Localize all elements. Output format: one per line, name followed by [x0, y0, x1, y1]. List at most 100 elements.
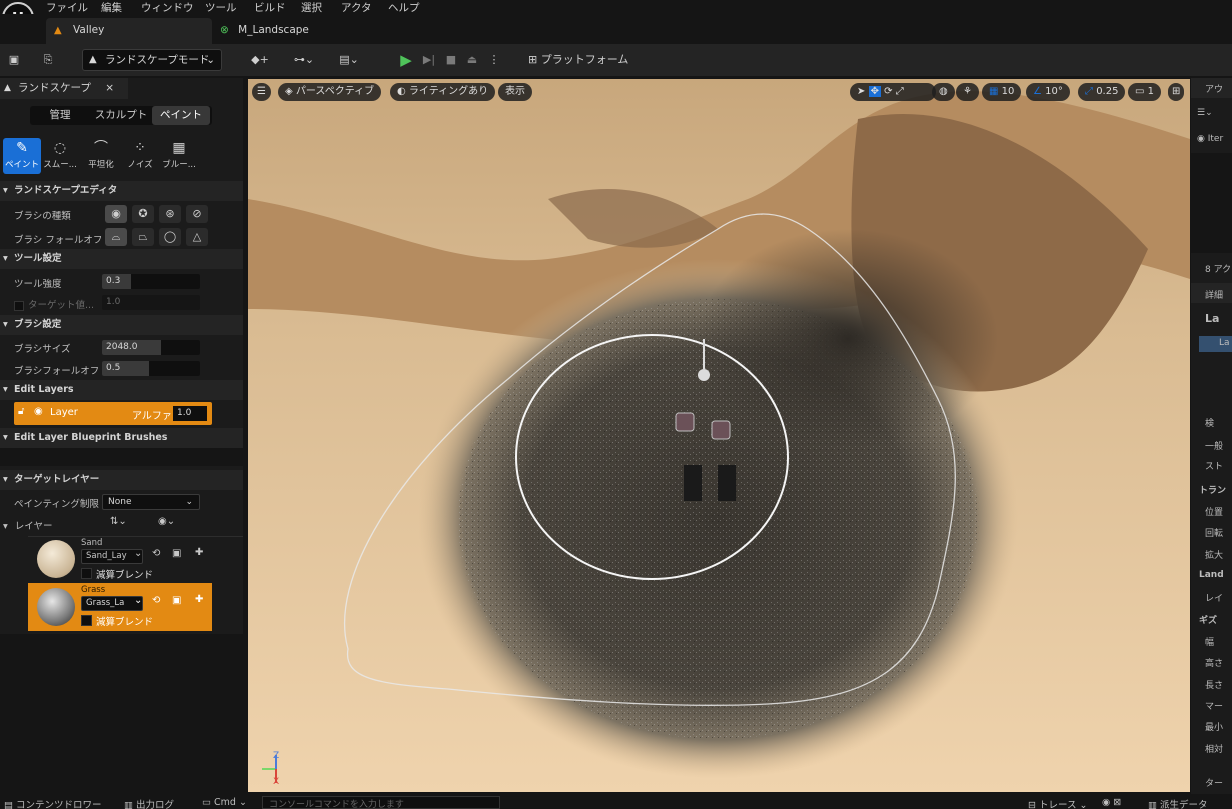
falloff-tip-icon[interactable]: △ — [186, 228, 208, 246]
cinematics-icon[interactable]: ▤⌄ — [334, 50, 364, 70]
tool-smooth[interactable]: ◌ スムー... — [41, 138, 79, 174]
mode-dropdown[interactable]: ▲ ランドスケープモード ⌄ — [82, 49, 222, 71]
tool-label: スムー... — [43, 160, 77, 170]
close-icon[interactable]: × — [105, 78, 114, 99]
world-local-icon[interactable]: ◍ — [932, 83, 955, 101]
rotate-icon[interactable]: ⟳ — [884, 86, 892, 97]
output-log-button[interactable]: ▥ 出力ログ — [124, 797, 174, 809]
layer-item-grass[interactable]: Grass Grass_La ⌄ ⟲ ▣ ✚ 減算ブレンド — [28, 583, 212, 631]
outliner-item[interactable]: ◉ Iter — [1197, 134, 1223, 144]
section-edit-layers[interactable]: Edit Layers — [0, 380, 243, 400]
show-button[interactable]: 表示 — [498, 83, 532, 101]
grid-snap-button[interactable]: ▦ 10 — [982, 83, 1022, 101]
details-filter-general[interactable]: 一般 — [1205, 439, 1223, 452]
menu-file[interactable]: ファイル — [46, 0, 88, 15]
add-actor-icon[interactable]: ◆+ — [246, 50, 274, 70]
mode-manage[interactable]: 管理 — [30, 106, 90, 125]
menu-tools[interactable]: ツール — [205, 0, 237, 15]
lighting-button[interactable]: ◐ ライティングあり — [390, 83, 496, 101]
tool-blueprint[interactable]: ▦ ブルー... — [160, 138, 198, 174]
unlock-icon[interactable]: 🔓︎ — [18, 406, 24, 417]
filter-icon[interactable]: ☰⌄ — [1197, 108, 1213, 118]
mode-paint[interactable]: ペイント — [152, 106, 210, 125]
target-value-checkbox[interactable] — [14, 300, 24, 311]
broadcast-icon[interactable]: ◉ ⊠ — [1102, 797, 1121, 808]
falloff-smooth-icon[interactable]: ⌓ — [105, 228, 127, 246]
more-options-icon[interactable]: ⋮ — [488, 50, 500, 70]
menu-select[interactable]: 選択 — [301, 0, 322, 15]
perspective-button[interactable]: ◈ パースペクティブ — [278, 83, 382, 101]
paint-restriction-dropdown[interactable]: None ⌄ — [102, 494, 200, 510]
menu-actor[interactable]: アクタ — [341, 0, 372, 15]
details-search[interactable]: 検 — [1205, 416, 1214, 429]
trace-button[interactable]: ⊟ トレース ⌄ — [1028, 797, 1088, 809]
browse-folder-icon[interactable]: ▣ — [172, 595, 181, 606]
browse-folder-icon[interactable]: ▣ — [172, 548, 181, 559]
derived-data-button[interactable]: ▥ 派生データ — [1148, 797, 1208, 809]
tool-paint[interactable]: ✎ ペイント — [3, 138, 41, 174]
menu-build[interactable]: ビルド — [254, 0, 286, 15]
console-input[interactable]: コンソールコマンドを入力します — [262, 796, 500, 809]
layer-item-sand[interactable]: Sand Sand_Lay ⌄ ⟲ ▣ ✚ 減算ブレンド — [28, 536, 243, 583]
add-layer-icon[interactable]: ✚ — [195, 547, 203, 558]
scale-snap-button[interactable]: ⤢ 0.25 — [1078, 83, 1126, 101]
mode-sculpt[interactable]: スカルプト — [90, 106, 152, 125]
tool-flatten[interactable]: ⌒ 平坦化 — [82, 138, 120, 174]
reset-icon[interactable]: ⟲ — [152, 548, 160, 559]
section-transform[interactable]: トラン — [1199, 483, 1226, 496]
scale-icon[interactable]: ⤢ — [896, 86, 904, 97]
tab-m-landscape[interactable]: ⊗ M_Landscape — [220, 18, 350, 44]
surface-snap-icon[interactable]: ⚘ — [956, 83, 979, 101]
section-tool-settings[interactable]: ツール設定 — [0, 249, 243, 269]
blueprint-icon[interactable]: ⊶⌄ — [290, 50, 318, 70]
section-gizmo[interactable]: ギズ — [1199, 613, 1217, 626]
visibility-icon[interactable]: ◉⌄ — [158, 516, 175, 527]
tool-label: ノイズ — [127, 160, 153, 170]
section-landscape[interactable]: Land — [1199, 570, 1224, 580]
tool-noise[interactable]: ⁘ ノイズ — [121, 138, 159, 174]
move-icon[interactable]: ✥ — [868, 86, 881, 97]
falloff-spherical-icon[interactable]: ◯ — [159, 228, 181, 246]
section-edit-layer-bp[interactable]: Edit Layer Blueprint Brushes — [0, 428, 243, 448]
section-landscape-editor[interactable]: ランドスケープエディタ — [0, 181, 243, 201]
section-target-layers[interactable]: ターゲットレイヤー — [0, 470, 243, 490]
reset-icon[interactable]: ⟲ — [152, 595, 160, 606]
maximize-icon[interactable]: ⊞ — [1168, 83, 1185, 101]
blend-checkbox[interactable] — [81, 568, 92, 579]
falloff-linear-icon[interactable]: ⏢ — [132, 228, 154, 246]
brush-circle-icon[interactable]: ◉ — [105, 205, 127, 223]
add-layer-icon[interactable]: ✚ — [195, 594, 203, 605]
edit-layer-row[interactable]: 🔓︎ ◉ Layer アルファ 1.0 — [14, 402, 212, 425]
brush-pattern-icon[interactable]: ⊛ — [159, 205, 181, 223]
panel-tab-landscape[interactable]: ▲ ランドスケープ × — [0, 78, 128, 99]
brush-component-icon[interactable]: ⊘ — [186, 205, 208, 223]
content-browse-icon[interactable]: ⎘ — [38, 50, 58, 70]
sort-icon[interactable]: ⇅⌄ — [110, 516, 127, 527]
tab-valley[interactable]: ▲ Valley — [46, 18, 212, 44]
section-brush-settings[interactable]: ブラシ設定 — [0, 315, 243, 335]
select-icon[interactable]: ➤ — [857, 86, 865, 97]
rotation-snap-button[interactable]: ∠ 10° — [1026, 83, 1070, 101]
blend-checkbox[interactable] — [81, 615, 92, 626]
step-icon[interactable]: ▶| — [420, 50, 438, 70]
platform-dropdown[interactable]: ⊞ プラットフォーム⌄ — [528, 50, 632, 86]
menu-window[interactable]: ウィンドウ — [141, 0, 194, 15]
brush-falloff-field[interactable]: 0.5 — [102, 361, 200, 376]
content-drawer-button[interactable]: ▤ コンテンツドロワー — [4, 797, 102, 809]
camera-speed-button[interactable]: ▭ 1 — [1128, 83, 1162, 101]
viewport-menu-icon[interactable]: ☰ — [252, 83, 271, 101]
brush-size-field[interactable]: 2048.0 — [102, 340, 200, 355]
level-viewport[interactable]: ☰ ◈ パースペクティブ ◐ ライティングあり 表示 ➤ ✥ ⟳ ⤢ ◍ ⚘ ▦… — [248, 79, 1190, 792]
alpha-field[interactable]: 1.0 — [173, 406, 207, 421]
cmd-button[interactable]: ▭ Cmd ⌄ — [202, 797, 247, 808]
save-icon[interactable]: ▣ — [6, 50, 22, 70]
play-icon[interactable]: ▶ — [396, 50, 416, 70]
eject-icon[interactable]: ⏏ — [464, 50, 480, 70]
brush-alpha-icon[interactable]: ✪ — [132, 205, 154, 223]
eye-icon[interactable]: ◉ — [34, 406, 43, 417]
details-filter-streaming[interactable]: スト — [1205, 459, 1223, 472]
menu-help[interactable]: ヘルプ — [388, 0, 420, 15]
tool-strength-field[interactable]: 0.3 — [102, 274, 200, 289]
menu-edit[interactable]: 編集 — [101, 0, 122, 15]
stop-icon[interactable]: ■ — [444, 50, 458, 70]
